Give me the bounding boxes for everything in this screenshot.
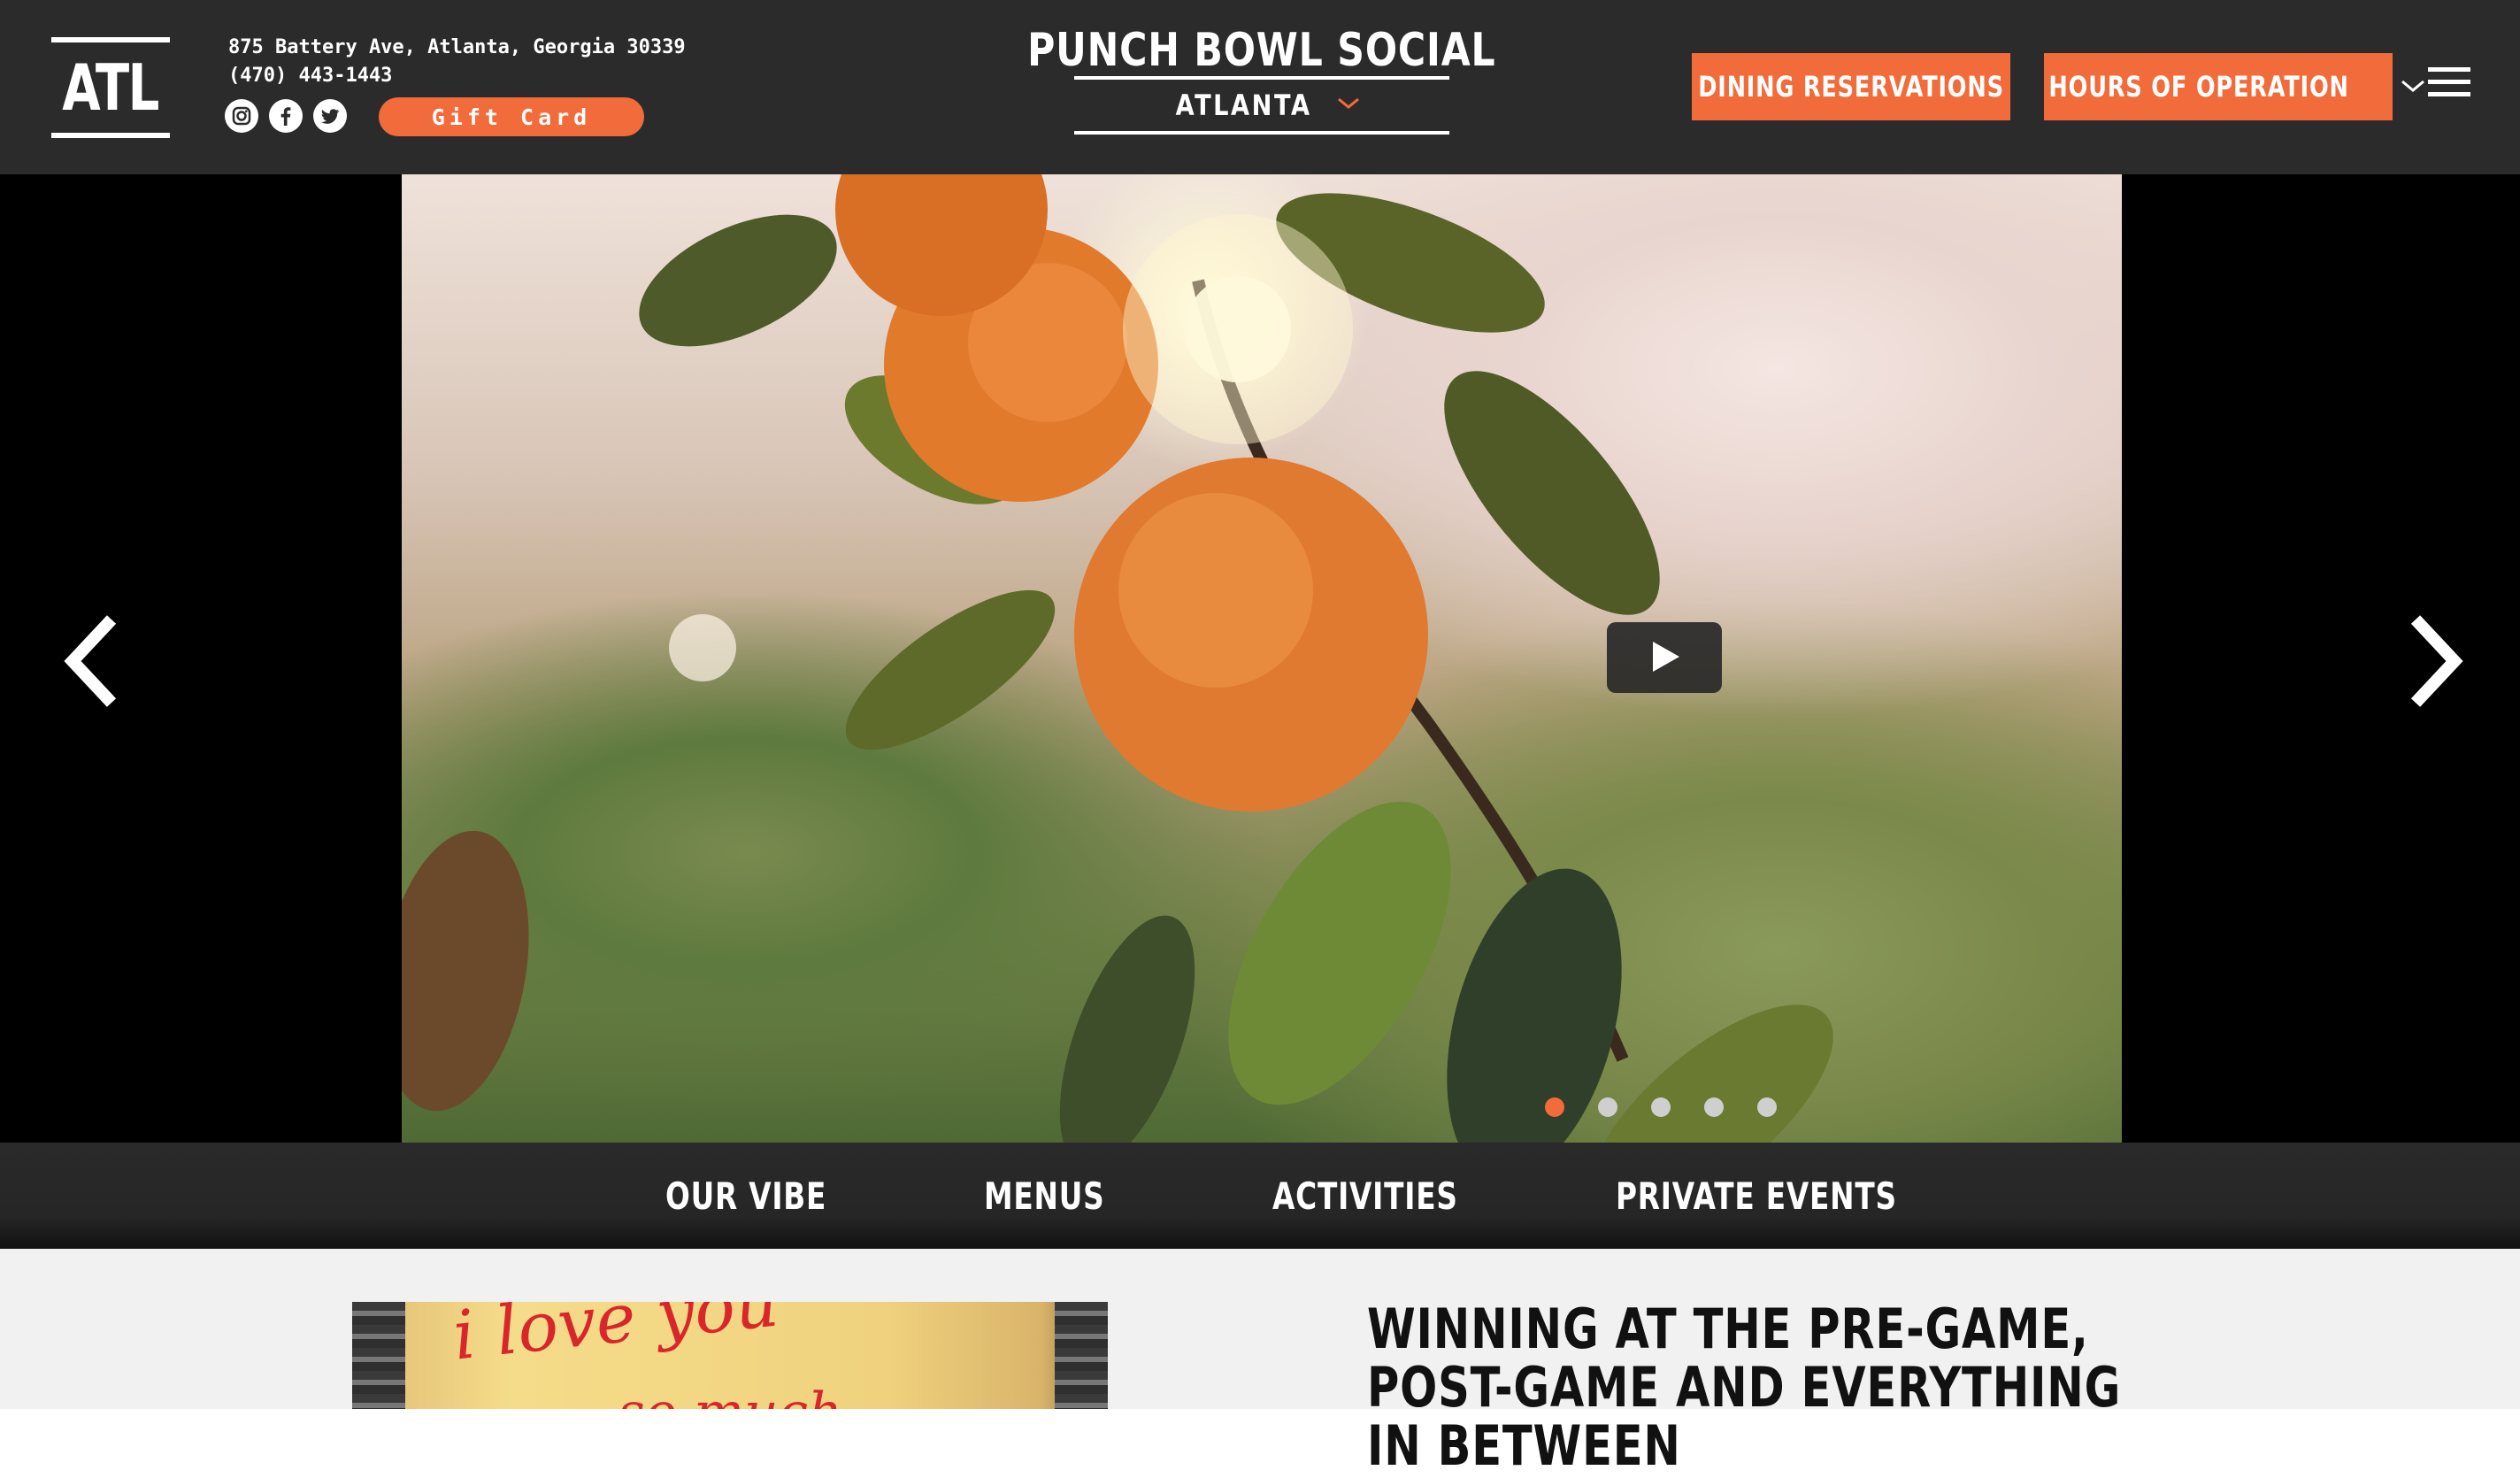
nav-label: MENUS [984,1174,1105,1218]
carousel-pagination [1545,1097,1777,1117]
promo-neon-text: i love you [449,1302,782,1375]
nav-activities[interactable]: ACTIVITIES [1272,1169,1510,1222]
reservations-label: DINING RESERVATIONS [1698,70,2004,104]
chevron-right-icon [2410,615,2463,707]
nav-label: ACTIVITIES [1272,1174,1458,1218]
section-headline: WINNING AT THE PRE-GAME, POST-GAME AND E… [1367,1297,2122,1478]
hero-carousel [0,174,2520,1143]
carousel-prev-arrow[interactable] [51,608,131,714]
hamburger-menu-icon[interactable] [2428,67,2470,103]
contact-info: 875 Battery Ave, Atlanta, Georgia 30339 … [228,34,686,90]
brand-block: PUNCH BOWL SOCIAL ATLANTA [1027,24,1495,135]
phone-link[interactable]: (470) 443-1443 [228,62,686,90]
hours-label: HOURS OF OPERATION [2048,70,2349,104]
carousel-dot[interactable] [1598,1097,1617,1117]
nav-label: PRIVATE EVENTS [1616,1174,1897,1218]
play-icon [1646,638,1683,678]
carousel-next-arrow[interactable] [2396,608,2476,714]
promo-side-right [1055,1302,1108,1409]
social-links [225,99,347,133]
logo-text: ATL [62,50,160,125]
nav-our-vibe[interactable]: OUR VIBE [665,1169,872,1222]
carousel-dot[interactable] [1704,1097,1724,1117]
dining-reservations-button[interactable]: DINING RESERVATIONS [1692,53,2010,120]
promo-neon-text-2: so much [618,1382,842,1409]
hours-of-operation-button[interactable]: HOURS OF OPERATION [2044,53,2425,120]
persimmon-branch-image [402,174,1833,1143]
brand-name[interactable]: PUNCH BOWL SOCIAL [1027,24,1495,77]
nav-label: OUR VIBE [665,1174,827,1218]
address-text: 875 Battery Ave, Atlanta, Georgia 30339 [228,36,686,58]
chevron-down-icon [2401,78,2425,96]
carousel-dot[interactable] [1651,1097,1671,1117]
facebook-icon[interactable] [269,99,303,133]
carousel-dot[interactable] [1757,1097,1777,1117]
content-section: i love you so much WINNING AT THE PRE-GA… [0,1249,2520,1475]
gift-card-button[interactable]: Gift Card [379,97,644,136]
section-nav: OUR VIBE MENUS ACTIVITIES PRIVATE EVENTS [0,1143,2520,1249]
chevron-left-icon [64,615,117,707]
brand-divider-bottom [1074,131,1449,135]
chevron-down-icon [1337,96,1360,115]
hero-video-still[interactable] [402,174,2122,1143]
twitter-icon[interactable] [313,99,347,133]
atl-logo[interactable]: ATL [51,37,170,138]
carousel-dot[interactable] [1545,1097,1564,1117]
video-play-button[interactable] [1607,622,1722,693]
nav-menus[interactable]: MENUS [984,1169,1139,1222]
instagram-icon[interactable] [225,99,258,133]
promo-image: i love you so much [352,1302,1108,1409]
promo-side-left [352,1302,405,1409]
site-header: ATL 875 Battery Ave, Atlanta, Georgia 30… [0,0,2520,174]
location-selector[interactable]: ATLANTA [1074,80,1449,131]
city-label: ATLANTA [1176,89,1312,122]
nav-private-events[interactable]: PRIVATE EVENTS [1616,1169,1977,1222]
